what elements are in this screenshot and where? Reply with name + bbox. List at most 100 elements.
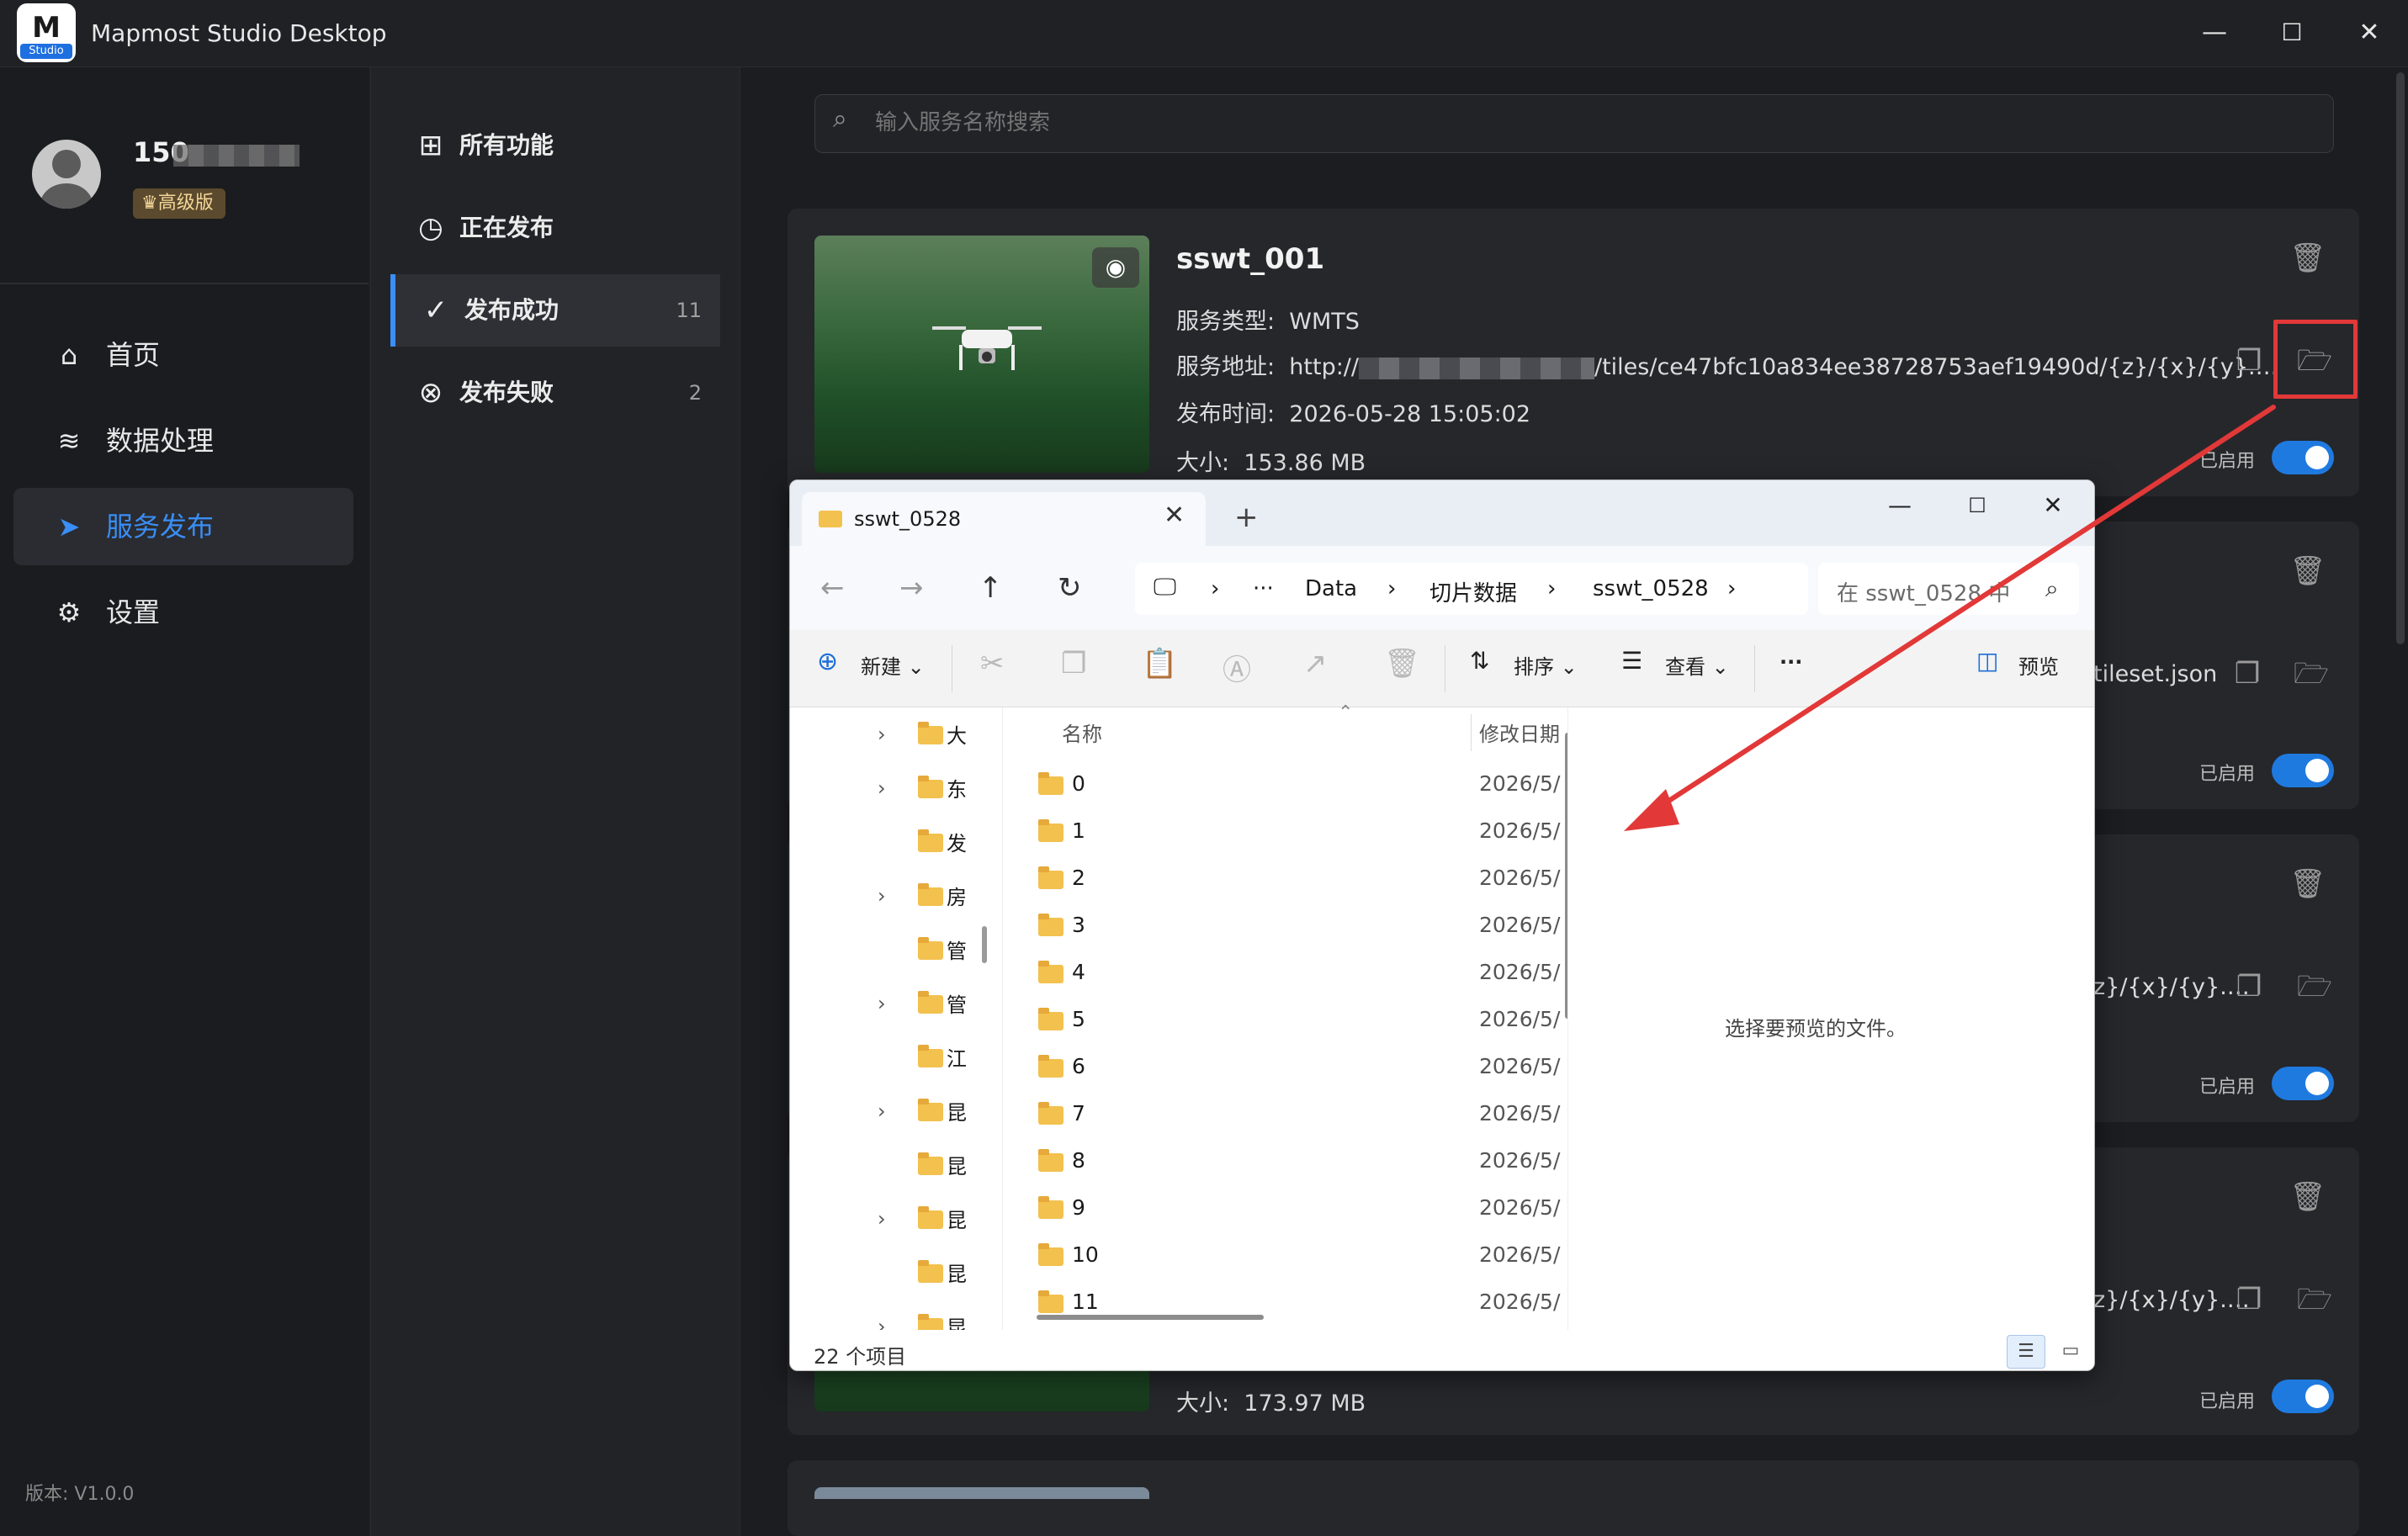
- column-header-name[interactable]: 名称: [1062, 718, 1102, 747]
- share-icon[interactable]: ↗: [1303, 647, 1328, 681]
- breadcrumb-more[interactable]: ···: [1253, 576, 1274, 601]
- view-button[interactable]: 查看 ⌄: [1665, 650, 1729, 680]
- new-button[interactable]: 新建 ⌄: [861, 650, 925, 680]
- chevron-right-icon[interactable]: ›: [878, 1207, 886, 1231]
- file-date: 2026/5/: [1479, 1101, 1561, 1126]
- sort-button[interactable]: 排序 ⌄: [1514, 650, 1578, 680]
- file-row[interactable]: 0 2026/5/: [1003, 761, 1567, 808]
- copy-icon[interactable]: ❐: [2226, 653, 2268, 695]
- copy-icon[interactable]: ❐: [2228, 340, 2270, 382]
- folder-open-icon[interactable]: 🗁: [2294, 1279, 2336, 1321]
- copy-icon[interactable]: ❐: [1061, 647, 1086, 681]
- preview-eye-icon[interactable]: ◉: [1092, 247, 1139, 288]
- trash-icon[interactable]: 🗑: [2287, 1176, 2329, 1218]
- computer-icon[interactable]: 🖵: [1154, 573, 1176, 601]
- breadcrumb-item[interactable]: Data: [1305, 576, 1357, 601]
- file-name: 11: [1072, 1290, 1099, 1314]
- file-row[interactable]: 4 2026/5/: [1003, 950, 1567, 997]
- file-row[interactable]: 8 2026/5/: [1003, 1138, 1567, 1185]
- nav-item-settings[interactable]: ⚙ 设置: [13, 574, 353, 651]
- file-row[interactable]: 10 2026/5/: [1003, 1232, 1567, 1279]
- tree-item[interactable]: 管: [790, 924, 992, 978]
- tree-item[interactable]: › 大: [790, 709, 992, 763]
- explorer-close-button[interactable]: ✕: [2023, 487, 2082, 524]
- submenu-all-features[interactable]: ⊞ 所有功能: [390, 109, 720, 182]
- trash-icon[interactable]: 🗑: [2287, 863, 2329, 905]
- publish-time-label: 发布时间:: [1176, 401, 1276, 427]
- column-header-date[interactable]: 修改日期: [1479, 718, 1563, 747]
- tree-item[interactable]: 昆: [790, 1140, 992, 1194]
- tree-scrollbar[interactable]: [982, 926, 987, 963]
- chevron-right-icon[interactable]: ›: [878, 992, 886, 1015]
- file-row[interactable]: 9 2026/5/: [1003, 1185, 1567, 1232]
- main-scrollbar[interactable]: [2396, 72, 2405, 644]
- back-arrow-icon[interactable]: ←: [820, 571, 845, 605]
- preview-pane-button[interactable]: 预览: [2018, 650, 2059, 680]
- nav-item-home[interactable]: ⌂ 首页: [13, 316, 353, 394]
- explorer-search-input[interactable]: 在 sswt_0528 中 ⌕: [1818, 563, 2079, 615]
- chevron-right-icon[interactable]: ›: [878, 776, 886, 800]
- explorer-maximize-button[interactable]: ☐: [1948, 487, 2007, 524]
- refresh-icon[interactable]: ↻: [1058, 571, 1082, 605]
- file-row[interactable]: 6 2026/5/: [1003, 1044, 1567, 1091]
- enable-toggle[interactable]: [2272, 1067, 2334, 1100]
- tab-close-icon[interactable]: ✕: [1164, 501, 1185, 530]
- tree-item[interactable]: › 昆: [790, 1086, 992, 1140]
- minimize-button[interactable]: —: [2191, 12, 2238, 54]
- chevron-right-icon[interactable]: ›: [878, 723, 886, 746]
- size-label: 大小:: [1176, 1390, 1230, 1417]
- rename-icon[interactable]: Ⓐ: [1223, 647, 1251, 688]
- chevron-right-icon[interactable]: ›: [878, 884, 886, 908]
- details-view-icon[interactable]: ☰: [2007, 1335, 2045, 1369]
- submenu-publish-success[interactable]: ✓ 发布成功 11: [390, 274, 720, 347]
- delete-icon[interactable]: 🗑: [1384, 647, 1420, 681]
- breadcrumb-item[interactable]: sswt_0528: [1593, 576, 1709, 601]
- copy-icon[interactable]: ❐: [2228, 1279, 2270, 1321]
- tiles-view-icon[interactable]: ▭: [2054, 1335, 2087, 1369]
- paste-icon[interactable]: 📋: [1142, 647, 1177, 681]
- submenu-publish-failed[interactable]: ⊗ 发布失败 2: [390, 357, 720, 429]
- highlight-box: [2273, 320, 2358, 399]
- tree-item[interactable]: 江: [790, 1032, 992, 1086]
- submenu-publishing[interactable]: ◷ 正在发布: [390, 192, 720, 264]
- folder-open-icon[interactable]: 🗁: [2290, 653, 2332, 695]
- file-row[interactable]: 5 2026/5/: [1003, 997, 1567, 1044]
- file-row[interactable]: 3 2026/5/: [1003, 903, 1567, 950]
- cut-icon[interactable]: ✂: [980, 647, 1005, 681]
- up-arrow-icon[interactable]: ↑: [979, 571, 1003, 605]
- close-button[interactable]: ✕: [2346, 12, 2393, 54]
- tree-item[interactable]: 发: [790, 817, 992, 871]
- chevron-right-icon[interactable]: ›: [878, 1099, 886, 1123]
- file-row[interactable]: 11 2026/5/: [1003, 1279, 1567, 1327]
- more-options-button[interactable]: ···: [1779, 650, 1802, 674]
- enable-toggle[interactable]: [2272, 441, 2334, 474]
- forward-arrow-icon[interactable]: →: [899, 571, 924, 605]
- explorer-tab[interactable]: sswt_0528 ✕: [802, 492, 1206, 546]
- service-thumbnail: [814, 1487, 1149, 1499]
- explorer-minimize-button[interactable]: —: [1870, 487, 1929, 524]
- file-row[interactable]: 1 2026/5/: [1003, 808, 1567, 855]
- search-input[interactable]: [875, 99, 1632, 146]
- trash-icon[interactable]: 🗑: [2287, 237, 2329, 279]
- file-row[interactable]: 2 2026/5/: [1003, 855, 1567, 903]
- tree-item[interactable]: › 房: [790, 871, 992, 924]
- breadcrumb-item[interactable]: 切片数据: [1429, 576, 1517, 607]
- tree-item[interactable]: › 管: [790, 978, 992, 1032]
- file-row[interactable]: 7 2026/5/: [1003, 1091, 1567, 1138]
- tree-item[interactable]: › 昆: [790, 1194, 992, 1247]
- folder-open-icon[interactable]: 🗁: [2294, 966, 2336, 1008]
- copy-icon[interactable]: ❐: [2228, 966, 2270, 1008]
- tree-item-label: 房: [947, 886, 967, 909]
- enable-toggle[interactable]: [2272, 1380, 2334, 1413]
- gear-icon: ⚙: [56, 596, 82, 628]
- trash-icon[interactable]: 🗑: [2287, 550, 2329, 592]
- nav-item-service-publish[interactable]: ➤ 服务发布: [13, 488, 353, 565]
- tree-item[interactable]: › 东: [790, 763, 992, 817]
- column-divider[interactable]: [1471, 714, 1472, 751]
- new-tab-button[interactable]: +: [1234, 501, 1259, 534]
- nav-item-data-processing[interactable]: ≋ 数据处理: [13, 402, 353, 479]
- maximize-button[interactable]: ☐: [2268, 12, 2315, 54]
- avatar[interactable]: [32, 140, 101, 209]
- tree-item[interactable]: 昆: [790, 1247, 992, 1301]
- enable-toggle[interactable]: [2272, 754, 2334, 787]
